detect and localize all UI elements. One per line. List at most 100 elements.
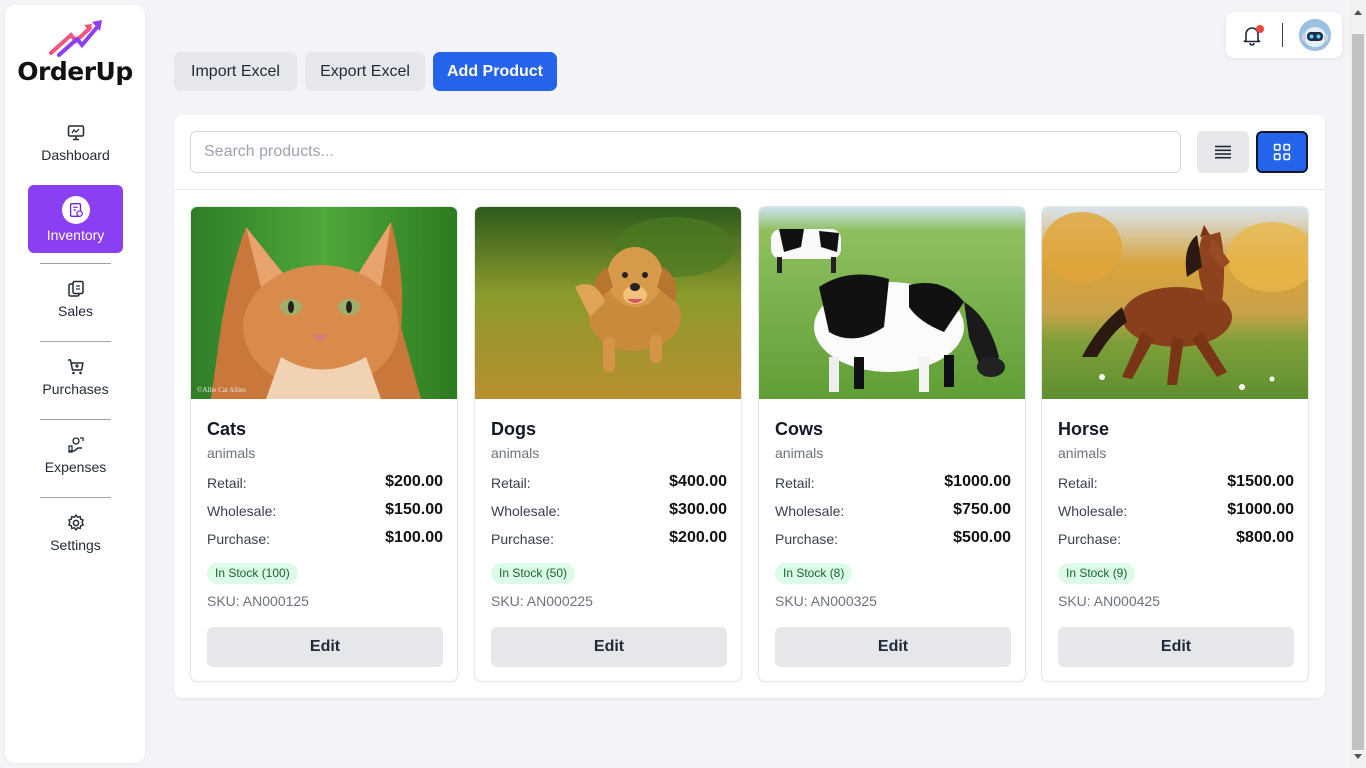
products-panel: ©Allie Cat Allies Cats animals Retail: $… (174, 115, 1325, 698)
grid-view-button[interactable] (1256, 131, 1308, 173)
header-user-widget (1226, 12, 1342, 58)
list-view-button[interactable] (1197, 131, 1249, 173)
wholesale-label: Wholesale: (491, 503, 561, 519)
expenses-icon (67, 437, 84, 453)
purchase-price-row: Purchase: $100.00 (207, 529, 443, 549)
wholesale-price-row: Wholesale: $300.00 (491, 501, 727, 521)
retail-price-row: Retail: $1500.00 (1058, 473, 1294, 493)
product-card-horse: Horse animals Retail: $1500.00 Wholesale… (1041, 206, 1309, 682)
edit-button[interactable]: Edit (491, 627, 727, 667)
export-excel-button[interactable]: Export Excel (305, 52, 425, 91)
sidebar-item-label: Sales (57, 303, 94, 319)
sidebar-item-settings[interactable]: Settings (28, 503, 123, 571)
sidebar-divider (40, 419, 111, 420)
cow-photo-icon (759, 207, 1025, 399)
retail-value: $400.00 (669, 473, 727, 490)
purchase-price-row: Purchase: $500.00 (775, 529, 1011, 549)
wholesale-value: $150.00 (385, 501, 443, 518)
sidebar: OrderUp Dashboard Inventory Sales Purcha… (5, 5, 145, 763)
product-image: ©Allie Cat Allies (191, 207, 457, 399)
sidebar-divider (40, 497, 111, 498)
product-name: Cows (775, 419, 824, 439)
sidebar-divider (40, 263, 111, 264)
sidebar-item-label: Expenses (44, 459, 107, 475)
purchase-value: $200.00 (669, 529, 727, 546)
sales-icon (67, 280, 84, 297)
product-category: animals (207, 445, 256, 461)
wholesale-value: $300.00 (669, 501, 727, 518)
cat-photo-icon: ©Allie Cat Allies (191, 207, 457, 399)
product-sku: SKU: AN000325 (775, 593, 877, 609)
sidebar-item-purchases[interactable]: Purchases (28, 347, 123, 415)
wholesale-price-row: Wholesale: $750.00 (775, 501, 1011, 521)
wholesale-label: Wholesale: (207, 503, 277, 519)
stock-badge: In Stock (9) (1058, 563, 1136, 584)
product-image (759, 207, 1025, 399)
sidebar-item-expenses[interactable]: Expenses (28, 425, 123, 493)
sidebar-item-inventory[interactable]: Inventory (28, 185, 123, 253)
sidebar-item-dashboard[interactable]: Dashboard (28, 113, 123, 181)
stock-badge: In Stock (100) (207, 563, 298, 584)
page-scrollbar[interactable] (1350, 0, 1366, 768)
sidebar-item-label: Inventory (46, 227, 105, 243)
wholesale-price-row: Wholesale: $1000.00 (1058, 501, 1294, 521)
brand-name: OrderUp (17, 57, 133, 86)
sidebar-divider (40, 341, 111, 342)
wholesale-price-row: Wholesale: $150.00 (207, 501, 443, 521)
logo-arrows-icon (49, 20, 102, 57)
retail-price-row: Retail: $400.00 (491, 473, 727, 493)
purchase-price-row: Purchase: $200.00 (491, 529, 727, 549)
edit-button[interactable]: Edit (775, 627, 1011, 667)
purchase-label: Purchase: (1058, 531, 1122, 547)
retail-label: Retail: (207, 475, 247, 491)
cart-icon (67, 359, 84, 375)
panel-divider (174, 189, 1325, 190)
product-image (1042, 207, 1308, 399)
product-category: animals (775, 445, 824, 461)
wholesale-label: Wholesale: (1058, 503, 1128, 519)
product-sku: SKU: AN000225 (491, 593, 593, 609)
search-input[interactable] (190, 131, 1181, 173)
product-name: Horse (1058, 419, 1110, 439)
product-card-dogs: Dogs animals Retail: $400.00 Wholesale: … (474, 206, 742, 682)
sidebar-item-label: Dashboard (41, 147, 110, 163)
edit-button[interactable]: Edit (1058, 627, 1294, 667)
product-image (475, 207, 741, 399)
sidebar-item-label: Purchases (42, 381, 109, 397)
retail-value: $1500.00 (1227, 473, 1294, 490)
purchase-value: $800.00 (1236, 529, 1294, 546)
header-separator (1282, 23, 1283, 47)
product-name: Dogs (491, 419, 536, 439)
inventory-icon (69, 203, 83, 217)
product-category: animals (491, 445, 540, 461)
list-icon (1215, 145, 1231, 159)
purchase-label: Purchase: (207, 531, 271, 547)
add-product-button[interactable]: Add Product (433, 52, 557, 91)
product-sku: SKU: AN000125 (207, 593, 309, 609)
product-category: animals (1058, 445, 1107, 461)
app-logo[interactable]: OrderUp (5, 19, 145, 95)
purchase-value: $100.00 (385, 529, 443, 546)
svg-text:©Allie Cat Allies: ©Allie Cat Allies (197, 386, 246, 394)
import-excel-button[interactable]: Import Excel (174, 52, 297, 91)
purchase-label: Purchase: (775, 531, 839, 547)
scroll-thumb[interactable] (1352, 34, 1364, 750)
edit-button[interactable]: Edit (207, 627, 443, 667)
sidebar-item-label: Settings (50, 537, 101, 553)
retail-label: Retail: (491, 475, 531, 491)
robot-avatar-icon (1299, 19, 1331, 51)
retail-price-row: Retail: $1000.00 (775, 473, 1011, 493)
product-name: Cats (207, 419, 247, 439)
wholesale-label: Wholesale: (775, 503, 845, 519)
avatar[interactable] (1299, 19, 1331, 51)
product-card-cats: ©Allie Cat Allies Cats animals Retail: $… (190, 206, 458, 682)
sidebar-item-sales[interactable]: Sales (28, 269, 123, 337)
notification-button[interactable] (1241, 24, 1264, 46)
product-sku: SKU: AN000425 (1058, 593, 1160, 609)
purchase-price-row: Purchase: $800.00 (1058, 529, 1294, 549)
wholesale-value: $750.00 (953, 501, 1011, 518)
retail-price-row: Retail: $200.00 (207, 473, 443, 493)
notification-dot (1256, 25, 1264, 33)
scroll-down-arrow-icon[interactable] (1354, 754, 1362, 759)
scroll-up-arrow-icon[interactable] (1354, 10, 1362, 15)
